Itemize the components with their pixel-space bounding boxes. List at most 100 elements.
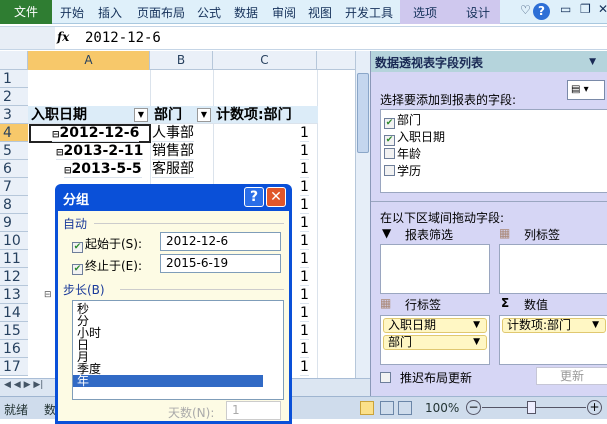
- step-option[interactable]: 年: [73, 375, 263, 387]
- row-header[interactable]: 10: [0, 232, 28, 250]
- tab-home[interactable]: 开始: [60, 4, 84, 21]
- formula-input[interactable]: 2012-12-6: [85, 30, 161, 46]
- row-header[interactable]: 7: [0, 178, 28, 196]
- zoom-out-icon[interactable]: −: [466, 400, 481, 415]
- row-header[interactable]: 8: [0, 196, 28, 214]
- row-header[interactable]: 14: [0, 304, 28, 322]
- row-header[interactable]: 1: [0, 70, 28, 88]
- pivot-dept[interactable]: 人事部: [152, 124, 194, 142]
- normal-view-icon[interactable]: [360, 401, 374, 415]
- tab-file[interactable]: 文件: [0, 0, 52, 24]
- help-icon[interactable]: ?: [533, 3, 550, 20]
- start-checkbox[interactable]: ✔ 起始于(S):: [72, 235, 142, 253]
- pane-menu-icon[interactable]: ▼: [589, 57, 596, 67]
- pivot-count: 1: [300, 233, 309, 250]
- field-checkbox[interactable]: [384, 165, 395, 176]
- zoom-in-icon[interactable]: +: [587, 400, 602, 415]
- close-icon[interactable]: ✕: [598, 2, 607, 16]
- name-box[interactable]: [0, 27, 55, 49]
- start-input[interactable]: 2012-12-6: [160, 232, 281, 251]
- field-item[interactable]: 学历: [384, 163, 604, 180]
- update-button[interactable]: 更新: [536, 367, 607, 385]
- collapse-icon[interactable]: ⊟: [44, 290, 52, 300]
- scroll-thumb[interactable]: [357, 73, 369, 153]
- row-field-pill[interactable]: 部门 ▼: [383, 335, 487, 350]
- row-header[interactable]: 15: [0, 322, 28, 340]
- restore-icon[interactable]: ❐: [580, 2, 591, 16]
- defer-update-checkbox[interactable]: [380, 371, 393, 385]
- field-checkbox[interactable]: ✔: [384, 135, 395, 146]
- row-header[interactable]: 9: [0, 214, 28, 232]
- page-layout-view-icon[interactable]: [380, 401, 394, 415]
- field-checkbox[interactable]: [384, 148, 395, 159]
- col-header-c[interactable]: C: [213, 51, 317, 70]
- row-header[interactable]: 12: [0, 268, 28, 286]
- row-labels-area[interactable]: 入职日期 ▼ 部门 ▼: [380, 315, 490, 365]
- tab-design[interactable]: 设计: [466, 4, 490, 21]
- end-checkbox[interactable]: ✔ 终止于(E):: [72, 257, 142, 275]
- row-header[interactable]: 3: [0, 106, 28, 124]
- step-listbox[interactable]: 秒分小时日月季度年: [72, 300, 284, 400]
- step-option[interactable]: 秒: [73, 303, 283, 315]
- vertical-scrollbar[interactable]: [355, 51, 370, 378]
- step-option[interactable]: 小时: [73, 327, 283, 339]
- col-header-b[interactable]: B: [150, 51, 213, 70]
- row-header[interactable]: 11: [0, 250, 28, 268]
- tab-insert[interactable]: 插入: [98, 4, 122, 21]
- page-break-view-icon[interactable]: [398, 401, 412, 415]
- select-all[interactable]: [0, 51, 28, 70]
- row-header[interactable]: 5: [0, 142, 28, 160]
- filter-dropdown-icon[interactable]: ▼: [197, 108, 211, 122]
- help-icon[interactable]: ?: [244, 187, 264, 207]
- auto-section-label: 自动: [63, 217, 88, 231]
- pivot-date[interactable]: ⊟2013-5-5: [64, 160, 142, 178]
- field-checkbox[interactable]: ✔: [384, 118, 395, 129]
- pivot-dept[interactable]: 销售部: [152, 142, 194, 160]
- days-input[interactable]: 1: [226, 401, 281, 420]
- tab-review[interactable]: 审阅: [272, 4, 296, 21]
- row-header[interactable]: 16: [0, 340, 28, 358]
- zoom-level[interactable]: 100%: [425, 401, 459, 415]
- layout-view-button[interactable]: ▤ ▾: [567, 80, 605, 100]
- minimize-icon[interactable]: ▭: [560, 2, 571, 16]
- row-header[interactable]: 6: [0, 160, 28, 178]
- value-field-pill[interactable]: 计数项:部门 ▼: [502, 318, 606, 333]
- row-header[interactable]: 13: [0, 286, 28, 304]
- values-area[interactable]: 计数项:部门 ▼: [499, 315, 607, 365]
- pivot-count: 1: [300, 143, 309, 160]
- step-option[interactable]: 月: [73, 351, 283, 363]
- dialog-body: 自动 ✔ 起始于(S): 2012-12-6 ✔ 终止于(E): 2015-6-19…: [58, 211, 289, 421]
- col-header-a[interactable]: A: [28, 51, 150, 70]
- end-input[interactable]: 2015-6-19: [160, 254, 281, 273]
- field-item[interactable]: ✔ 部门: [384, 112, 604, 129]
- step-option[interactable]: 季度: [73, 363, 283, 375]
- sheet-nav-arrows[interactable]: ◀ ◀ ▶ ▶|: [4, 380, 43, 390]
- step-option[interactable]: 日: [73, 339, 283, 351]
- pivot-count: 1: [300, 125, 309, 142]
- report-filter-area[interactable]: [380, 244, 490, 294]
- row-field-pill[interactable]: 入职日期 ▼: [383, 318, 487, 333]
- tab-data[interactable]: 数据: [234, 4, 258, 21]
- column-labels-area[interactable]: [499, 244, 607, 294]
- tab-view[interactable]: 视图: [308, 4, 332, 21]
- step-option[interactable]: 分: [73, 315, 283, 327]
- row-header[interactable]: 2: [0, 88, 28, 106]
- row-header[interactable]: 17: [0, 358, 28, 376]
- heart-icon[interactable]: ♡: [520, 3, 531, 17]
- zoom-slider-thumb[interactable]: [527, 401, 536, 414]
- filter-dropdown-icon[interactable]: ▼: [134, 108, 148, 122]
- tab-formulas[interactable]: 公式: [197, 4, 221, 21]
- close-icon[interactable]: ✕: [266, 187, 286, 207]
- row-header[interactable]: 4: [0, 124, 28, 142]
- tab-options[interactable]: 选项: [413, 4, 437, 21]
- pivot-date[interactable]: ⊟2013-2-11: [56, 142, 144, 160]
- tab-developer[interactable]: 开发工具: [345, 4, 393, 21]
- field-item[interactable]: 年龄: [384, 146, 604, 163]
- tab-page-layout[interactable]: 页面布局: [137, 4, 185, 21]
- pivot-count: 1: [300, 197, 309, 214]
- field-item[interactable]: ✔ 入职日期: [384, 129, 604, 146]
- fx-icon[interactable]: fx: [57, 30, 69, 44]
- report-filter-label: 报表筛选: [405, 228, 454, 242]
- pivot-date[interactable]: ⊟2012-12-6: [52, 124, 140, 142]
- pivot-dept[interactable]: 客服部: [152, 160, 194, 178]
